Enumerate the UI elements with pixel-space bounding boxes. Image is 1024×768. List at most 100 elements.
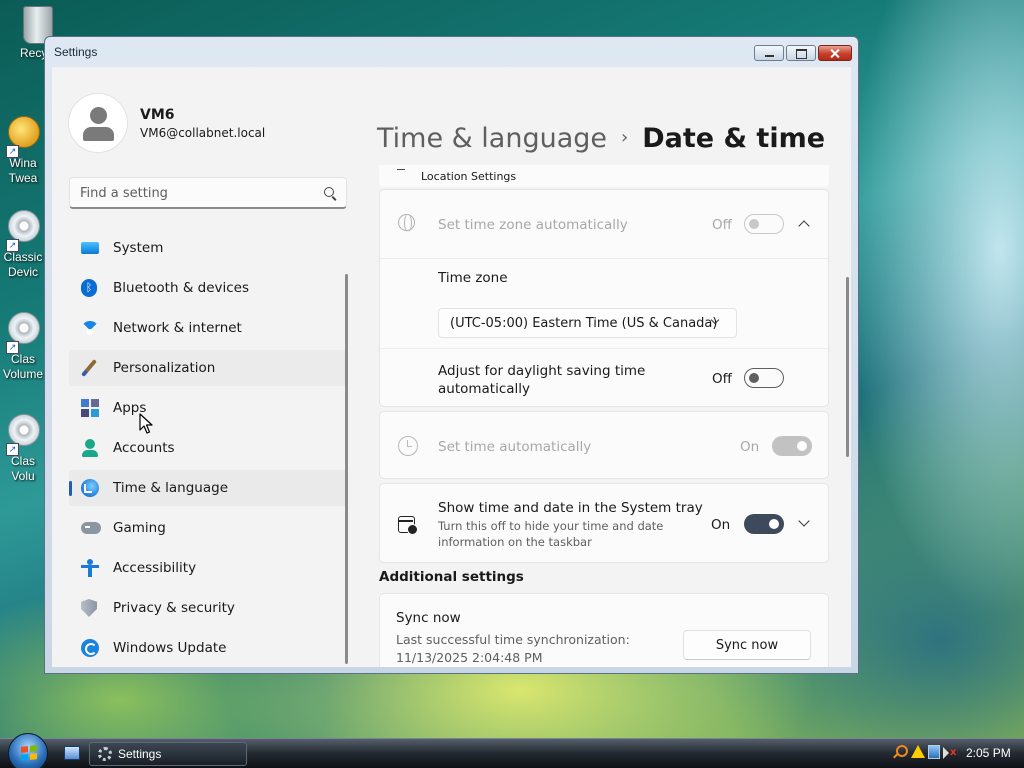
sidebar-item-label: Privacy & security: [113, 600, 235, 616]
set-timezone-auto-label: Set time zone automatically: [438, 217, 628, 233]
breadcrumb: Time & language › Date & time: [377, 123, 825, 154]
dash-icon: [397, 169, 405, 170]
system-tray: [896, 745, 956, 759]
calendar-clock-icon: [398, 516, 418, 535]
disc-shortcut-icon: ↗: [6, 312, 40, 354]
clock-icon: [398, 436, 418, 456]
search-input[interactable]: [80, 183, 310, 203]
desktop-icon-classic-volume-1[interactable]: ↗ Clas Volume: [0, 312, 46, 382]
sync-now-button[interactable]: Sync now: [683, 630, 811, 660]
location-settings-label: Location Settings: [421, 170, 517, 183]
dst-state: Off: [712, 371, 732, 387]
sidebar-item-network[interactable]: Network & internet: [69, 310, 347, 346]
minimize-button[interactable]: [754, 45, 784, 61]
accounts-icon: [81, 439, 99, 457]
timezone-dropdown[interactable]: (UTC-05:00) Eastern Time (US & Canada): [438, 308, 737, 338]
set-time-card: Set time automatically On: [379, 411, 829, 479]
sync-now-title: Sync now: [396, 610, 461, 626]
sidebar-item-accounts[interactable]: Accounts: [69, 430, 347, 466]
windows-logo-icon: [21, 745, 37, 761]
sidebar-item-time-language[interactable]: Time & language: [69, 470, 347, 506]
system-icon: [81, 242, 99, 254]
user-name: VM6: [140, 107, 175, 123]
show-time-tray-description: Turn this off to hide your time and date…: [438, 519, 664, 549]
desktop-icon-classic-devices[interactable]: ↗ Classic Devic: [0, 210, 46, 280]
title-bar[interactable]: Settings: [45, 37, 858, 67]
sidebar-item-windows-update[interactable]: Windows Update: [69, 630, 347, 666]
show-time-tray-state: On: [711, 517, 731, 533]
desktop-icon-label: Classic Devic: [3, 250, 43, 279]
set-time-auto-label: Set time automatically: [438, 439, 592, 455]
sidebar-item-label: Gaming: [113, 520, 166, 536]
warning-icon[interactable]: [911, 745, 925, 758]
desktop-icon-label: Wina Twea: [8, 156, 38, 185]
content-scrollbar[interactable]: [846, 277, 849, 457]
settings-window: Settings VM6 VM6@collabnet.local System: [44, 36, 859, 674]
timezone-value: (UTC-05:00) Eastern Time (US & Canada): [450, 316, 718, 331]
chevron-up-icon[interactable]: [798, 220, 810, 232]
set-timezone-auto-state: Off: [712, 217, 732, 233]
bluetooth-icon: ᛒ: [81, 279, 97, 297]
network-tray-icon[interactable]: [928, 745, 940, 759]
time-language-icon: [81, 479, 99, 497]
shield-icon: [81, 599, 97, 617]
sidebar-item-apps[interactable]: Apps: [69, 390, 347, 426]
breadcrumb-parent[interactable]: Time & language: [377, 123, 607, 154]
timezone-label: Time zone: [438, 270, 508, 286]
close-button[interactable]: [818, 45, 852, 61]
sidebar-item-privacy-security[interactable]: Privacy & security: [69, 590, 347, 626]
show-time-tray-toggle[interactable]: [744, 514, 784, 534]
windows-update-icon: [81, 639, 99, 657]
chevron-down-icon[interactable]: [798, 515, 810, 527]
show-desktop-icon[interactable]: [64, 746, 80, 760]
sidebar-scrollbar[interactable]: [345, 274, 348, 664]
apps-icon: [81, 399, 99, 417]
search-box[interactable]: [69, 177, 347, 209]
sidebar-item-system[interactable]: System: [69, 230, 347, 266]
desktop-icon-label: Clas Volume: [2, 352, 44, 381]
accessibility-icon: [81, 559, 99, 577]
desktop-icon-winaero-tweaker[interactable]: ↗ Wina Twea: [0, 116, 46, 186]
start-button[interactable]: [8, 733, 48, 768]
location-settings-row[interactable]: Location Settings: [379, 165, 829, 187]
desktop-icon-classic-volume-2[interactable]: ↗ Clas Volu: [0, 414, 46, 484]
system-tray-card: Show time and date in the System tray Tu…: [379, 483, 829, 563]
user-head-icon: [90, 107, 107, 124]
sidebar-item-label: Network & internet: [113, 320, 242, 336]
taskbar: Settings 2:05 PM: [0, 733, 1024, 768]
maximize-button[interactable]: [786, 45, 816, 61]
search-icon[interactable]: [324, 187, 334, 197]
taskbar-button-settings[interactable]: Settings: [89, 742, 247, 766]
user-email: VM6@collabnet.local: [140, 126, 266, 140]
globe-clock-icon: [398, 214, 415, 232]
network-icon: [81, 319, 99, 339]
window-title: Settings: [54, 45, 98, 59]
sync-now-card: Sync now Last successful time synchroniz…: [379, 593, 829, 667]
taskbar-clock[interactable]: 2:05 PM: [966, 746, 1011, 760]
volume-muted-icon[interactable]: [943, 747, 956, 759]
sidebar-item-label: Accounts: [113, 440, 175, 456]
sidebar-item-bluetooth[interactable]: ᛒ Bluetooth & devices: [69, 270, 347, 306]
sidebar-item-label: Windows Update: [113, 640, 227, 656]
sidebar-item-gaming[interactable]: Gaming: [69, 510, 347, 546]
dst-toggle[interactable]: [744, 368, 784, 388]
taskbar-button-label: Settings: [118, 747, 162, 761]
show-time-tray-label: Show time and date in the System tray: [438, 500, 703, 516]
disc-shortcut-icon: ↗: [6, 414, 40, 456]
sidebar-item-label: Bluetooth & devices: [113, 280, 250, 296]
sidebar-item-label: System: [113, 240, 164, 256]
disc-shortcut-icon: ↗: [6, 210, 40, 252]
set-time-auto-toggle[interactable]: [772, 436, 812, 456]
sidebar-item-label: Time & language: [113, 480, 229, 496]
sidebar-item-personalization[interactable]: Personalization: [69, 350, 347, 386]
sidebar-item-accessibility[interactable]: Accessibility: [69, 550, 347, 586]
page-title: Date & time: [642, 123, 826, 154]
additional-settings-heading: Additional settings: [379, 569, 524, 585]
search-tray-icon[interactable]: [896, 745, 908, 757]
sidebar-item-label: Accessibility: [113, 560, 197, 576]
desktop-icon-label: Clas Volu: [10, 454, 35, 483]
chevron-right-icon: ›: [621, 127, 629, 148]
set-timezone-auto-toggle[interactable]: [744, 214, 784, 234]
avatar[interactable]: [68, 93, 128, 153]
dst-label: Adjust for daylight saving time automati…: [438, 363, 646, 397]
